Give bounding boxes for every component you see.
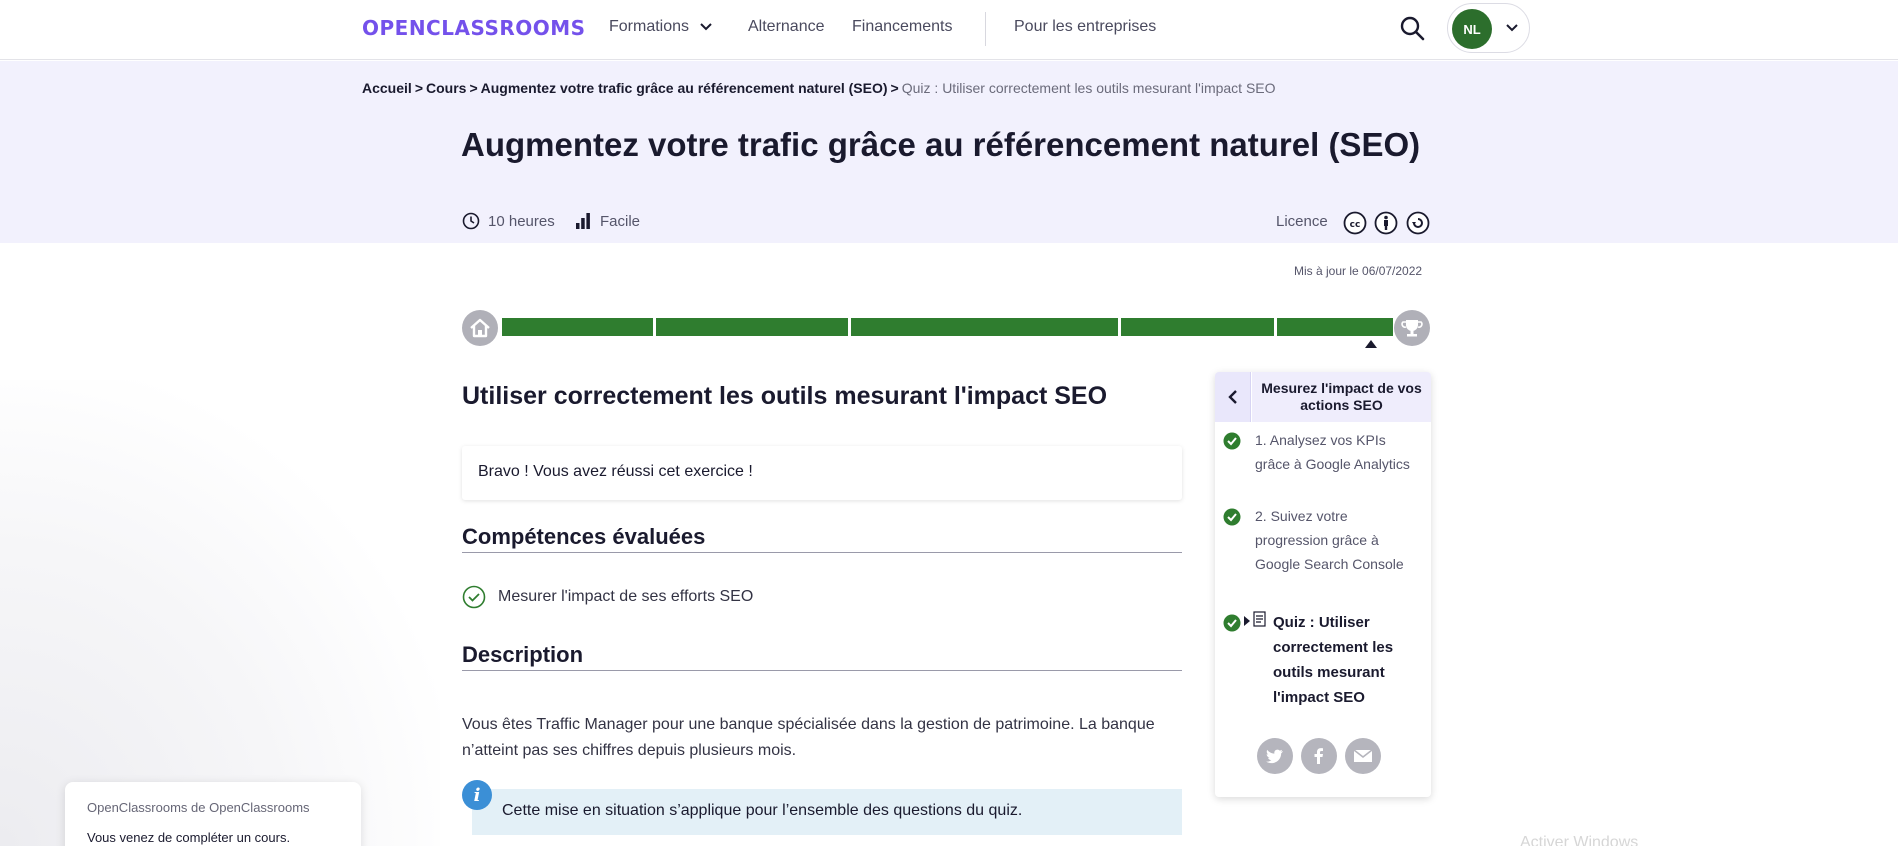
- sidebar-item[interactable]: 1. Analysez vos KPIs grâce à Google Anal…: [1215, 428, 1431, 494]
- progress-home-button[interactable]: [462, 310, 498, 346]
- nav-formations[interactable]: Formations: [609, 18, 713, 36]
- duration-label: 10 heures: [488, 212, 555, 230]
- description-heading: Description: [462, 642, 584, 667]
- svg-text:cc: cc: [1350, 220, 1361, 230]
- check-circle-icon: [1223, 614, 1241, 632]
- breadcrumb-separator: >: [469, 80, 478, 96]
- breadcrumb: Accueil > Cours > Augmentez votre trafic grâ…: [362, 80, 1276, 96]
- check-circle-icon: [1223, 508, 1241, 526]
- email-icon: [1353, 749, 1373, 762]
- creative-commons-icon[interactable]: cc: [1343, 211, 1367, 235]
- progress-segment[interactable]: [656, 318, 848, 336]
- skill-item: Mesurer l'impact de ses efforts SEO: [462, 585, 753, 609]
- nav-alternance[interactable]: Alternance: [748, 18, 825, 36]
- background-gradient: [0, 380, 440, 846]
- course-level: Facile: [574, 212, 640, 230]
- difficulty-bars-icon: [576, 213, 590, 229]
- breadcrumb-separator: >: [414, 80, 423, 96]
- sidebar-title[interactable]: Mesurez l'impact de vos actions SEO: [1252, 372, 1431, 422]
- level-label: Facile: [600, 212, 641, 230]
- user-menu[interactable]: NL: [1447, 3, 1530, 53]
- success-message-box: Bravo ! Vous avez réussi cet exercice !: [462, 446, 1182, 500]
- chapter-sidebar: Mesurez l'impact de vos actions SEO 1. A…: [1215, 372, 1431, 797]
- trophy-icon: [1401, 320, 1423, 337]
- skills-heading: Compétences évaluées: [462, 524, 706, 549]
- check-circle-icon: [462, 585, 486, 609]
- divider: [462, 670, 1182, 671]
- progress-current-marker: [1365, 340, 1377, 348]
- nav-financements[interactable]: Financements: [852, 18, 953, 36]
- breadcrumb-home[interactable]: Accueil: [362, 80, 412, 96]
- search-button[interactable]: [1396, 12, 1430, 46]
- progress-segment[interactable]: [1277, 318, 1393, 336]
- sidebar-item-label: 1. Analysez vos KPIs grâce à Google Anal…: [1255, 432, 1410, 472]
- nav-entreprises[interactable]: Pour les entreprises: [1014, 18, 1156, 36]
- nav-divider: [985, 12, 986, 46]
- search-icon: [1400, 16, 1425, 41]
- windows-activation-watermark: Activer Windows: [1520, 834, 1639, 846]
- share-email-button[interactable]: [1345, 738, 1381, 774]
- facebook-icon: [1314, 748, 1323, 764]
- progress-segment[interactable]: [851, 318, 1118, 336]
- course-title: Augmentez votre trafic grâce au référenc…: [461, 126, 1421, 163]
- sidebar-back-button[interactable]: [1215, 372, 1251, 422]
- skill-label: Mesurer l'impact de ses efforts SEO: [498, 588, 754, 605]
- licence-label: Licence: [1276, 213, 1328, 230]
- share-facebook-button[interactable]: [1301, 738, 1337, 774]
- sidebar-item[interactable]: 2. Suivez votre progression grâce à Goog…: [1215, 504, 1431, 600]
- chevron-down-icon: [700, 23, 713, 31]
- clock-icon: [462, 212, 480, 230]
- toast-message: Vous venez de compléter un cours.: [87, 830, 291, 845]
- course-duration: 10 heures: [462, 212, 555, 230]
- info-text: Cette mise en situation s’applique pour …: [502, 802, 1023, 819]
- breadcrumb-course[interactable]: Augmentez votre trafic grâce au référenc…: [481, 80, 888, 96]
- twitter-icon: [1266, 749, 1283, 764]
- sidebar-item-label: Quiz : Utiliser correctement les outils …: [1273, 614, 1394, 706]
- sidebar-item-active[interactable]: Quiz : Utiliser correctement les outils …: [1215, 610, 1431, 720]
- description-text: Vous êtes Traffic Manager pour une banqu…: [462, 716, 1155, 759]
- breadcrumb-courses[interactable]: Cours: [426, 80, 466, 96]
- chevron-down-icon: [1506, 24, 1518, 32]
- notification-toast[interactable]: OpenClassrooms de OpenClassrooms Vous ve…: [65, 782, 361, 846]
- avatar: NL: [1452, 9, 1492, 49]
- success-message: Bravo ! Vous avez réussi cet exercice !: [478, 463, 753, 480]
- quiz-document-icon: [1253, 611, 1266, 627]
- share-twitter-button[interactable]: [1257, 738, 1293, 774]
- breadcrumb-current: Quiz : Utiliser correctement les outils …: [901, 80, 1276, 96]
- breadcrumb-separator: >: [890, 80, 899, 96]
- play-triangle-icon: [1244, 616, 1250, 626]
- chevron-left-icon: [1228, 390, 1237, 404]
- chapter-title: Utiliser correctement les outils mesuran…: [462, 382, 1108, 410]
- info-box: Cette mise en situation s’applique pour …: [472, 789, 1182, 835]
- check-circle-icon: [1223, 432, 1241, 450]
- toast-source: OpenClassrooms de OpenClassrooms: [87, 800, 310, 815]
- top-navigation: OPENCLASSROOMS Formations Alternance Fin…: [0, 0, 1898, 60]
- divider: [462, 552, 1182, 553]
- share-alike-icon[interactable]: [1406, 211, 1430, 235]
- logo[interactable]: OPENCLASSROOMS: [362, 16, 586, 40]
- info-icon: i: [462, 780, 492, 810]
- last-updated: Mis à jour le 06/07/2022: [1294, 264, 1423, 278]
- sidebar-item-label: 2. Suivez votre progression grâce à Goog…: [1255, 508, 1404, 572]
- nav-formations-label: Formations: [609, 18, 690, 35]
- progress-segment[interactable]: [1121, 318, 1274, 336]
- attribution-icon[interactable]: [1374, 211, 1398, 235]
- progress-segment[interactable]: [502, 318, 653, 336]
- progress-trophy-button[interactable]: [1394, 310, 1430, 346]
- home-icon: [470, 318, 490, 338]
